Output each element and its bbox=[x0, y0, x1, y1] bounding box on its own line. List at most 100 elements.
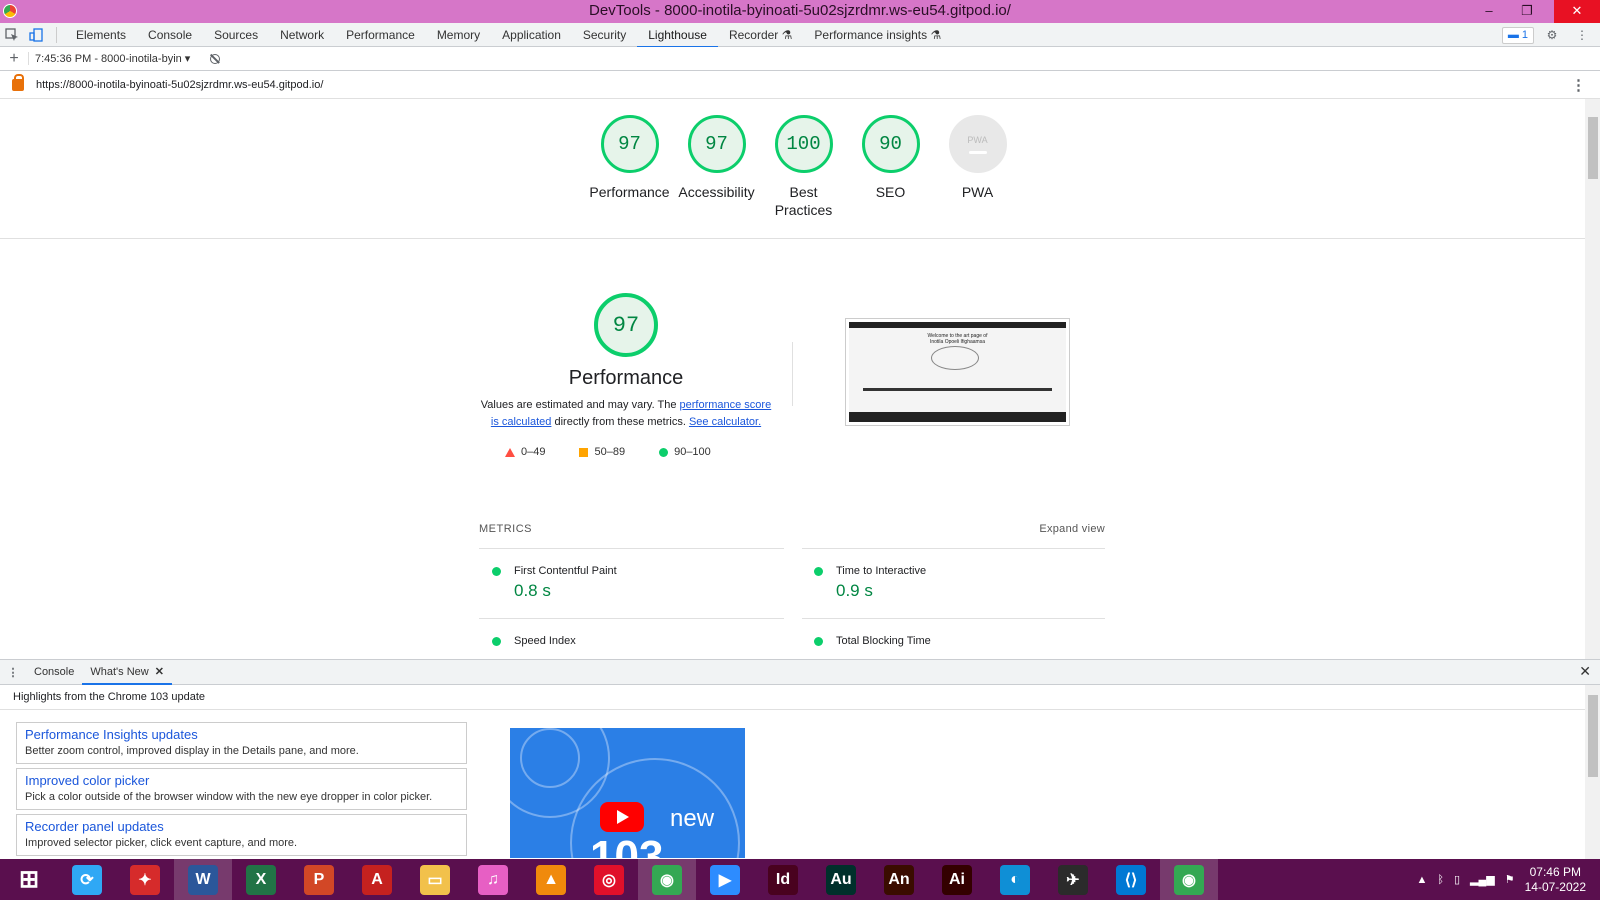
tab-lighthouse[interactable]: Lighthouse bbox=[637, 23, 718, 48]
taskbar-app-edge[interactable]: ◐ bbox=[986, 859, 1044, 900]
legend-label: 90–100 bbox=[674, 446, 711, 458]
taskbar-app-app-dark[interactable]: ✈ bbox=[1044, 859, 1102, 900]
indesign-icon: Id bbox=[768, 864, 798, 895]
feature-card[interactable]: Recorder panel updates Improved selector… bbox=[16, 814, 467, 856]
tab-elements[interactable]: Elements bbox=[65, 23, 137, 47]
tab-application[interactable]: Application bbox=[491, 23, 572, 47]
audition-icon: Au bbox=[826, 864, 856, 895]
report-menu-icon[interactable]: ⋮ bbox=[1571, 76, 1586, 94]
metrics-header: METRICS Expand view bbox=[479, 523, 1105, 535]
report-selector[interactable]: 7:45:36 PM - 8000-inotila-byin ▾ bbox=[28, 52, 196, 65]
tab-network[interactable]: Network bbox=[269, 23, 335, 47]
drawer-tab-console[interactable]: Console bbox=[26, 660, 82, 685]
taskbar-app-audition[interactable]: Au bbox=[812, 859, 870, 900]
score-legend: 0–49 50–89 90–100 bbox=[505, 446, 711, 458]
drawer-scroll-thumb[interactable] bbox=[1588, 695, 1598, 777]
issues-count: 1 bbox=[1521, 29, 1528, 41]
taskbar-app-illustrator[interactable]: Ai bbox=[928, 859, 986, 900]
report-scrollbar[interactable] bbox=[1585, 99, 1600, 659]
feature-card[interactable]: Improved color picker Pick a color outsi… bbox=[16, 768, 467, 810]
tab-performance[interactable]: Performance bbox=[335, 23, 426, 47]
taskbar-app-indesign[interactable]: Id bbox=[754, 859, 812, 900]
tab-close-icon[interactable]: ✕ bbox=[155, 666, 164, 678]
tab-recorder[interactable]: Recorder ⚗ bbox=[718, 23, 803, 47]
report-scroll-thumb[interactable] bbox=[1588, 117, 1598, 179]
restore-button[interactable]: ❐ bbox=[1512, 0, 1542, 23]
gauge-pwa[interactable]: PWA PWA bbox=[934, 115, 1021, 219]
whats-new-video-thumbnail[interactable]: new 103 bbox=[510, 728, 745, 858]
gauge-seo[interactable]: 90 SEO bbox=[847, 115, 934, 219]
taskbar-app-file-explorer[interactable]: ▭ bbox=[406, 859, 464, 900]
clear-reports-icon[interactable] bbox=[210, 53, 221, 64]
tab-security[interactable]: Security bbox=[572, 23, 637, 47]
taskbar-clock[interactable]: 07:46 PM 14-07-2022 bbox=[1525, 865, 1586, 895]
metric-name: Total Blocking Time bbox=[836, 635, 931, 647]
feature-description: Pick a color outside of the browser wind… bbox=[25, 791, 433, 803]
drawer-tab-label: What's New bbox=[90, 665, 149, 678]
settings-gear-icon[interactable]: ⚙ bbox=[1540, 23, 1564, 47]
network-icon[interactable]: ▯ bbox=[1454, 873, 1460, 886]
page-screenshot-thumbnail[interactable]: Welcome to the art page of Inotila Opoel… bbox=[845, 318, 1070, 426]
taskbar-app-app-red[interactable]: ✦ bbox=[116, 859, 174, 900]
report-url[interactable]: https://8000-inotila-byinoati-5u02sjzrdm… bbox=[36, 79, 323, 91]
taskbar-app-animate[interactable]: An bbox=[870, 859, 928, 900]
taskbar-app-media-app[interactable]: ◎ bbox=[580, 859, 638, 900]
gauge-best-practices[interactable]: 100 Best Practices bbox=[760, 115, 847, 219]
new-report-button[interactable]: + bbox=[0, 50, 28, 68]
drawer-menu-icon[interactable]: ⋮ bbox=[0, 666, 26, 679]
issues-badge[interactable]: ▬ 1 bbox=[1501, 26, 1534, 44]
media-app-icon: ◎ bbox=[594, 864, 624, 895]
taskbar-app-shareit[interactable]: ⟳ bbox=[58, 859, 116, 900]
taskbar-app-powerpoint[interactable]: P bbox=[290, 859, 348, 900]
taskbar-app-excel[interactable]: X bbox=[232, 859, 290, 900]
gauge-label: Best Practices bbox=[774, 184, 833, 218]
performance-description: Values are estimated and may vary. The p… bbox=[478, 397, 774, 431]
taskbar-app-acrobat[interactable]: A bbox=[348, 859, 406, 900]
taskbar-app-windows-start[interactable]: ⊞ bbox=[0, 859, 58, 900]
more-options-icon[interactable]: ⋮ bbox=[1570, 23, 1594, 47]
window-title: DevTools - 8000-inotila-byinoati-5u02sjz… bbox=[589, 2, 1011, 19]
taskbar-app-itunes[interactable]: ♫ bbox=[464, 859, 522, 900]
tab-memory[interactable]: Memory bbox=[426, 23, 491, 47]
youtube-play-icon[interactable] bbox=[600, 802, 644, 832]
taskbar-app-chrome[interactable]: ◉ bbox=[638, 859, 696, 900]
feature-title-link[interactable]: Recorder panel updates bbox=[25, 819, 458, 835]
metric-divider bbox=[479, 618, 784, 619]
metric-name: Time to Interactive bbox=[836, 565, 927, 577]
word-icon: W bbox=[188, 864, 218, 895]
lighthouse-toolbar: + 7:45:36 PM - 8000-inotila-byin ▾ bbox=[0, 47, 1600, 71]
drawer-tab-whats-new[interactable]: What's New ✕ bbox=[82, 660, 172, 685]
tab-performance-insights[interactable]: Performance insights ⚗ bbox=[803, 23, 952, 47]
taskbar-app-vscode[interactable]: ⟨⟩ bbox=[1102, 859, 1160, 900]
gauge-accessibility[interactable]: 97 Accessibility bbox=[673, 115, 760, 219]
minimize-button[interactable]: – bbox=[1474, 0, 1504, 23]
device-toolbar-icon[interactable] bbox=[24, 23, 48, 47]
taskbar-app-vlc[interactable]: ▲ bbox=[522, 859, 580, 900]
app-red-icon: ✦ bbox=[130, 864, 160, 895]
inspect-element-icon[interactable] bbox=[0, 23, 24, 47]
see-calculator-link[interactable]: See calculator. bbox=[689, 416, 761, 428]
gauge-performance[interactable]: 97 Performance bbox=[586, 115, 673, 219]
drawer-scrollbar[interactable] bbox=[1585, 685, 1600, 859]
taskbar-app-word[interactable]: W bbox=[174, 859, 232, 900]
feature-title-link[interactable]: Performance Insights updates bbox=[25, 727, 458, 743]
illustrator-icon: Ai bbox=[942, 864, 972, 895]
taskbar-app-chrome-active[interactable]: ◉ bbox=[1160, 859, 1218, 900]
drawer-close-icon[interactable]: ✕ bbox=[1579, 663, 1591, 680]
tab-console[interactable]: Console bbox=[137, 23, 203, 47]
close-button[interactable]: ✕ bbox=[1554, 0, 1600, 23]
wifi-signal-icon[interactable]: ▂▄▆ bbox=[1470, 873, 1495, 886]
tray-chevron-icon[interactable]: ▲ bbox=[1416, 874, 1427, 886]
thumbnail-inner: Welcome to the art page of Inotila Opoel… bbox=[849, 322, 1066, 422]
gauge-score: 97 bbox=[600, 115, 659, 173]
feature-title-link[interactable]: Improved color picker bbox=[25, 773, 458, 789]
tab-sources[interactable]: Sources bbox=[203, 23, 269, 47]
feature-card[interactable]: Performance Insights updates Better zoom… bbox=[16, 722, 467, 764]
bluetooth-icon[interactable]: ᛒ bbox=[1437, 874, 1444, 886]
vertical-divider bbox=[792, 342, 793, 406]
expand-view-toggle[interactable]: Expand view bbox=[1039, 523, 1105, 535]
drawer-tab-bar: ⋮ Console What's New ✕ ✕ bbox=[0, 659, 1600, 685]
flag-icon[interactable]: ⚑ bbox=[1505, 873, 1515, 886]
taskbar-app-zoom[interactable]: ▶ bbox=[696, 859, 754, 900]
pwa-badge-text: PWA bbox=[967, 134, 988, 145]
